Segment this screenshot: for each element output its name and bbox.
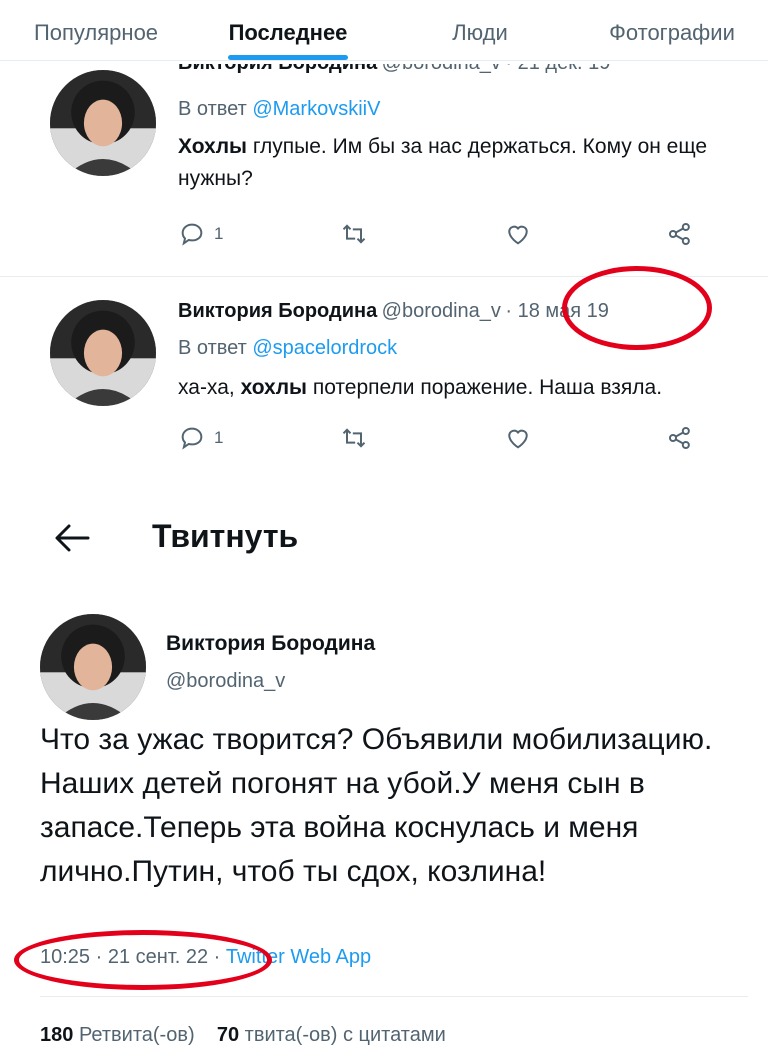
retweets-label: Ретвита(-ов) — [78, 1024, 195, 1046]
tweet-timestamp[interactable]: 10:25 · 21 сент. 22 · — [40, 946, 220, 968]
tweet-text: Хохлы глупые. Им бы за нас держаться. Ко… — [178, 131, 748, 195]
like-button[interactable] — [504, 424, 532, 452]
quotes-stat[interactable]: 70 твита(-ов) с цитатами — [217, 1024, 446, 1046]
reply2-header: Виктория Бородина @borodina_v · 18 мая 1… — [178, 300, 748, 323]
heart-icon — [508, 225, 528, 245]
avatar[interactable] — [50, 70, 156, 176]
divider — [0, 276, 768, 277]
in-reply-link[interactable]: @spacelordrock — [252, 337, 397, 359]
tweet-stats: 180 Ретвита(-ов) 70 твита(-ов) с цитатам… — [40, 1024, 446, 1047]
reply1-actions: 1 — [178, 220, 718, 256]
tweet-text-rest: глупые. Им бы за нас держаться. Кому он … — [178, 135, 708, 190]
tweet-source[interactable]: Twitter Web App — [226, 946, 371, 968]
page-title: Твитнуть — [152, 518, 299, 554]
share-icon — [668, 222, 690, 246]
back-arrow-icon[interactable] — [52, 520, 92, 556]
retweet-button[interactable] — [340, 424, 368, 452]
like-button[interactable] — [504, 220, 532, 248]
in-reply-to: В ответ @MarkovskiiV — [178, 98, 748, 121]
share-button[interactable] — [666, 424, 694, 452]
author-handle[interactable]: @borodina_v — [382, 300, 501, 322]
share-button[interactable] — [666, 220, 694, 248]
author-handle[interactable]: @borodina_v — [166, 670, 285, 693]
reply2-actions: 1 — [178, 424, 718, 460]
tweet-detail-header: Твитнуть — [0, 500, 768, 572]
reply2-content: Виктория Бородина @borodina_v · 18 мая 1… — [178, 300, 748, 404]
search-tabs: Популярное Последнее Люди Фотографии — [0, 0, 768, 62]
avatar[interactable] — [40, 614, 146, 720]
avatar[interactable] — [50, 300, 156, 406]
tweet-text-end: потерпели поражение. Наша взяла. — [306, 376, 663, 399]
tweet-text-bold: хохлы — [240, 376, 307, 399]
tweet-text-start: ха-ха, — [178, 376, 241, 399]
reply-button[interactable]: 1 — [178, 424, 223, 452]
tweet-text: ха-ха, хохлы потерпели поражение. Наша в… — [178, 372, 748, 404]
reply-count: 1 — [214, 224, 224, 243]
retweets-count: 180 — [40, 1024, 74, 1046]
in-reply-label: В ответ — [178, 98, 247, 120]
tweet-date[interactable]: · 21 дек. 19 — [505, 64, 610, 74]
reply1-header: Виктория Бородина @borodina_v · 21 дек. … — [178, 64, 748, 88]
tab-popular[interactable]: Популярное — [0, 16, 192, 46]
share-icon — [668, 426, 690, 450]
reply-count: 1 — [214, 428, 224, 447]
heart-icon — [508, 429, 528, 449]
retweet-button[interactable] — [340, 220, 368, 248]
in-reply-label: В ответ — [178, 337, 247, 359]
author-handle[interactable]: @borodina_v — [382, 64, 501, 74]
quotes-label: твита(-ов) с цитатами — [244, 1024, 446, 1046]
reply-icon — [181, 427, 203, 450]
tweet-text-bold: Хохлы — [178, 135, 247, 158]
reply-icon — [181, 223, 203, 246]
divider — [40, 996, 748, 997]
tweet-date[interactable]: · 18 мая 19 — [505, 300, 609, 322]
tab-photos[interactable]: Фотографии — [576, 16, 768, 46]
author-name[interactable]: Виктория Бородина — [178, 300, 377, 322]
tweet-meta: 10:25 · 21 сент. 22 · Twitter Web App — [40, 946, 371, 969]
retweets-stat[interactable]: 180 Ретвита(-ов) — [40, 1024, 195, 1046]
retweet-icon — [342, 224, 366, 244]
retweet-icon — [342, 428, 366, 448]
in-reply-to: В ответ @spacelordrock — [178, 337, 748, 360]
author-name[interactable]: Виктория Бородина — [166, 632, 375, 656]
reply-button[interactable]: 1 — [178, 220, 223, 248]
tab-latest[interactable]: Последнее — [192, 16, 384, 46]
tab-people[interactable]: Люди — [384, 16, 576, 46]
tabs-divider — [0, 60, 768, 61]
author-name[interactable]: Виктория Бородина — [178, 64, 377, 74]
reply1-content: В ответ @MarkovskiiV Хохлы глупые. Им бы… — [178, 98, 748, 195]
tweet-text: Что за ужас творится? Объявили мобилизац… — [40, 723, 713, 888]
in-reply-link[interactable]: @MarkovskiiV — [252, 98, 380, 120]
quotes-count: 70 — [216, 1024, 240, 1046]
